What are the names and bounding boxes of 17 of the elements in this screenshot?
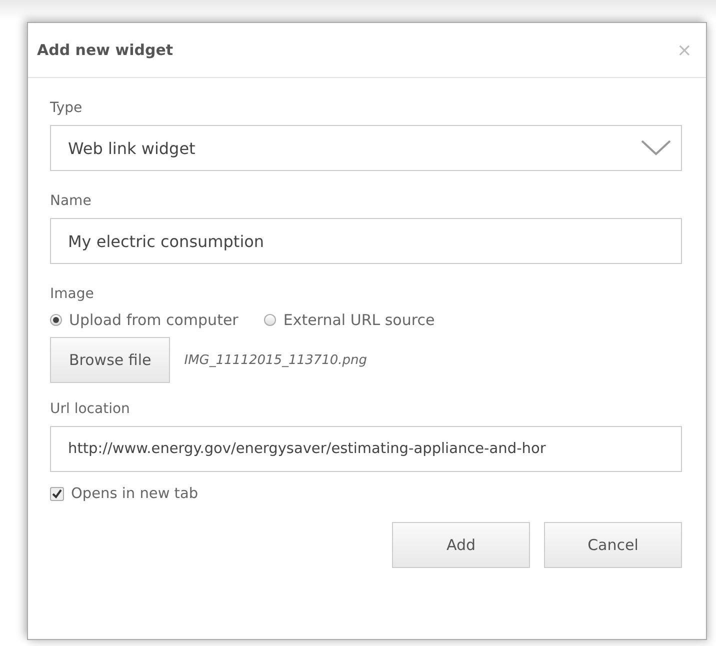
chevron-down-icon (641, 140, 671, 156)
cancel-button[interactable]: Cancel (544, 522, 682, 568)
browse-file-button[interactable]: Browse file (50, 337, 170, 383)
checkmark-icon (52, 489, 62, 499)
field-label: Url location (50, 401, 131, 417)
file-name: IMG_11112015_113710.png (184, 352, 368, 368)
new-tab-checkbox[interactable]: Opens in new tab (50, 486, 682, 502)
radio-option[interactable]: Upload from computer (50, 311, 238, 329)
field-label: Type (50, 100, 84, 116)
field-label: Image (50, 286, 95, 302)
url-field[interactable]: http://www.energy.gov/energysaver/estimating-appliance-and-hor (50, 426, 682, 472)
dialog-title: Add new widget (37, 41, 174, 59)
name-field[interactable]: My electric consumption (50, 218, 682, 264)
add-button[interactable]: Add (392, 522, 530, 568)
field-label: Name (50, 193, 92, 209)
radio-option[interactable]: External URL source (264, 311, 435, 329)
type-dropdown[interactable]: Web link widget (50, 125, 682, 171)
